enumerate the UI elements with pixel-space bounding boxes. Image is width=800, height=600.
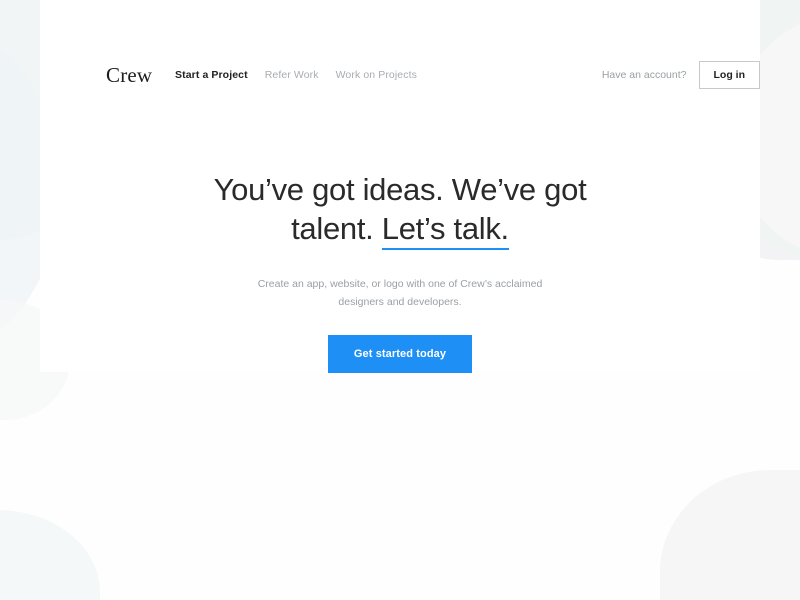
- get-started-button[interactable]: Get started today: [327, 335, 473, 374]
- main-navigation: Start a Project Refer Work Work on Proje…: [175, 69, 417, 81]
- hero-headline-underlined: Let’s talk.: [381, 211, 509, 251]
- account-prompt-text: Have an account?: [601, 69, 687, 81]
- hero-section: You’ve got ideas. We’ve got talent. Let’…: [0, 170, 800, 374]
- hero-headline-line-2-plain: talent.: [291, 211, 382, 247]
- nav-link-start-a-project[interactable]: Start a Project: [175, 69, 248, 81]
- hero-subtitle-line-2: designers and developers.: [338, 296, 462, 309]
- account-area: Have an account? Log in: [602, 61, 760, 89]
- hero-headline-line-1: You’ve got ideas. We’ve got: [213, 172, 587, 207]
- log-in-button[interactable]: Log in: [698, 61, 760, 89]
- site-header: Crew Start a Project Refer Work Work on …: [0, 56, 800, 94]
- portfolio-gallery: g & news About ✉ ▣ f Blubel is a smart b…: [0, 376, 800, 600]
- nav-link-refer-work[interactable]: Refer Work: [265, 69, 319, 81]
- brand-logo[interactable]: Crew: [106, 63, 152, 88]
- hero-subtitle: Create an app, website, or logo with one…: [0, 275, 800, 312]
- hero-headline: You’ve got ideas. We’ve got talent. Let’…: [0, 170, 800, 251]
- hero-subtitle-line-1: Create an app, website, or logo with one…: [257, 277, 543, 290]
- nav-link-work-on-projects[interactable]: Work on Projects: [336, 69, 417, 81]
